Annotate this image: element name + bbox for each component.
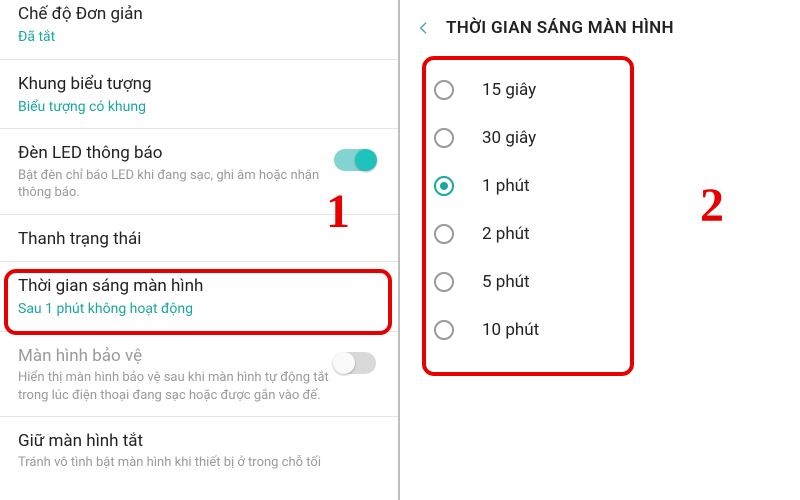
row-screensaver[interactable]: Màn hình bảo vệ Hiển thị màn hình bảo vệ… — [0, 332, 398, 416]
timeout-picker-pane: THỜI GIAN SÁNG MÀN HÌNH 15 giây 30 giây … — [400, 0, 800, 500]
instruction-composite: Chế độ Đơn giản Đã tắt Khung biểu tượng … — [0, 0, 800, 500]
option-5m[interactable]: 5 phút — [400, 258, 800, 306]
option-label: 10 phút — [482, 320, 539, 340]
row-description: Bật đèn chỉ báo LED khi đang sạc, ghi âm… — [18, 167, 338, 202]
option-15s[interactable]: 15 giây — [400, 66, 800, 114]
option-1m[interactable]: 1 phút — [400, 162, 800, 210]
row-description: Tránh vô tình bật màn hình khi thiết bị … — [18, 454, 338, 472]
option-2m[interactable]: 2 phút — [400, 210, 800, 258]
chevron-left-icon — [416, 20, 432, 36]
led-toggle[interactable] — [334, 149, 376, 171]
row-screen-timeout[interactable]: Thời gian sáng màn hình Sau 1 phút không… — [0, 262, 398, 331]
option-label: 30 giây — [482, 128, 536, 148]
row-led-notification[interactable]: Đèn LED thông báo Bật đèn chỉ báo LED kh… — [0, 129, 398, 213]
row-title: Thời gian sáng màn hình — [18, 276, 380, 296]
back-button[interactable] — [410, 14, 438, 42]
row-description: Hiển thị màn hình bảo vệ sau khi màn hìn… — [18, 369, 338, 404]
picker-header: THỜI GIAN SÁNG MÀN HÌNH — [400, 0, 800, 56]
radio-icon — [434, 128, 454, 148]
toggle-knob — [333, 352, 355, 374]
row-simple-mode[interactable]: Chế độ Đơn giản Đã tắt — [0, 0, 398, 59]
row-title: Đèn LED thông báo — [18, 143, 380, 163]
row-subtitle: Đã tắt — [18, 28, 380, 46]
screensaver-toggle[interactable] — [334, 352, 376, 374]
toggle-knob — [355, 149, 377, 171]
radio-icon — [434, 320, 454, 340]
row-keep-screen-off[interactable]: Giữ màn hình tắt Tránh vô tình bật màn h… — [0, 417, 398, 474]
settings-pane: Chế độ Đơn giản Đã tắt Khung biểu tượng … — [0, 0, 400, 500]
radio-icon — [434, 272, 454, 292]
row-subtitle: Biểu tượng có khung — [18, 98, 380, 116]
radio-icon — [434, 80, 454, 100]
option-30s[interactable]: 30 giây — [400, 114, 800, 162]
row-title: Màn hình bảo vệ — [18, 346, 380, 366]
picker-title: THỜI GIAN SÁNG MÀN HÌNH — [446, 18, 674, 38]
row-title: Giữ màn hình tắt — [18, 431, 380, 451]
radio-icon — [434, 176, 454, 196]
row-status-bar[interactable]: Thanh trạng thái — [0, 215, 398, 261]
radio-icon — [434, 224, 454, 244]
row-title: Chế độ Đơn giản — [18, 4, 380, 24]
row-subtitle: Sau 1 phút không hoạt động — [18, 300, 380, 318]
option-10m[interactable]: 10 phút — [400, 306, 800, 354]
option-label: 15 giây — [482, 80, 536, 100]
row-icon-frames[interactable]: Khung biểu tượng Biểu tượng có khung — [0, 60, 398, 129]
option-label: 1 phút — [482, 176, 530, 196]
option-label: 2 phút — [482, 224, 530, 244]
row-title: Khung biểu tượng — [18, 74, 380, 94]
row-title: Thanh trạng thái — [18, 229, 380, 249]
option-label: 5 phút — [482, 272, 530, 292]
timeout-options-list: 15 giây 30 giây 1 phút 2 phút 5 phút 10 … — [400, 56, 800, 354]
